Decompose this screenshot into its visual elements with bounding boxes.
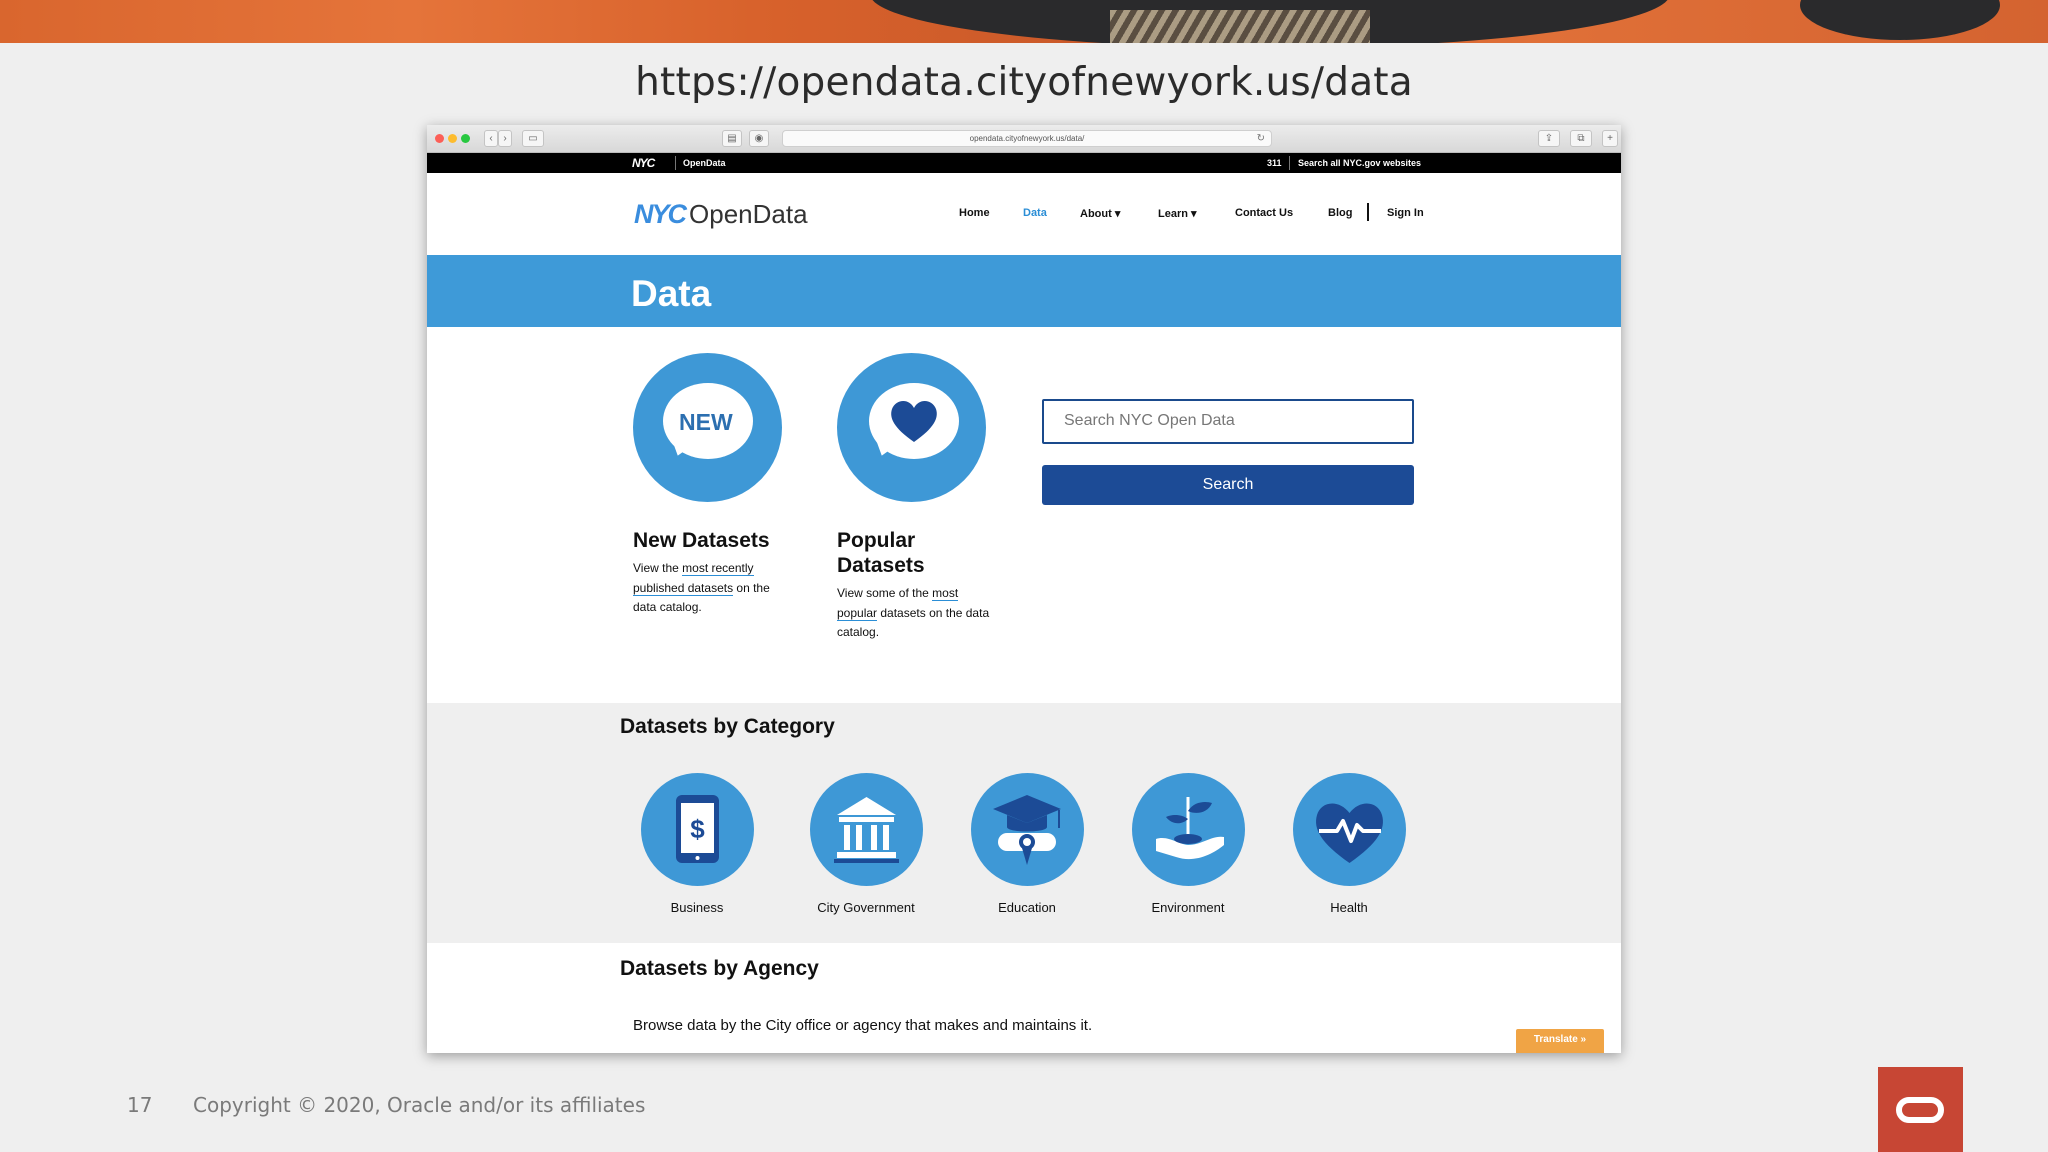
slide-banner-image bbox=[0, 0, 2048, 43]
city-hall-icon bbox=[834, 797, 899, 863]
agency-description: Browse data by the City office or agency… bbox=[633, 1017, 1093, 1034]
heart-pulse-icon bbox=[1316, 803, 1383, 863]
popular-datasets-title[interactable]: Popular Datasets bbox=[837, 528, 925, 578]
new-badge: NEW bbox=[679, 409, 733, 435]
back-icon[interactable]: ‹ bbox=[484, 130, 498, 147]
oracle-logo bbox=[1878, 1067, 1963, 1152]
search-input[interactable]: Search NYC Open Data bbox=[1042, 399, 1414, 444]
sprout-hand-icon bbox=[1156, 797, 1224, 860]
popular-title-line2: Datasets bbox=[837, 554, 925, 577]
tabs-icon[interactable]: ⧉ bbox=[1570, 130, 1592, 147]
new-datasets-icon[interactable]: NEW bbox=[633, 353, 782, 502]
topbar-search-all-link[interactable]: Search all NYC.gov websites bbox=[1298, 158, 1421, 168]
graduation-cap-icon bbox=[993, 795, 1061, 865]
slide-page-number: 17 bbox=[127, 1093, 153, 1117]
nav-sign-in[interactable]: Sign In bbox=[1387, 207, 1424, 219]
browser-toolbar: ‹ › ▭ ▤ ◉ opendata.cityofnewyork.us/data… bbox=[427, 125, 1621, 153]
nav-blog[interactable]: Blog bbox=[1328, 207, 1352, 219]
nav-home[interactable]: Home bbox=[959, 207, 990, 219]
page-title: Data bbox=[631, 273, 712, 314]
most-recently-link[interactable]: most recently bbox=[682, 561, 754, 576]
new-datasets-desc: View the most recently published dataset… bbox=[633, 559, 793, 618]
address-bar[interactable]: opendata.cityofnewyork.us/data/ ↻ bbox=[782, 130, 1272, 147]
nav-about[interactable]: About ▾ bbox=[1080, 207, 1120, 220]
education-category-icon[interactable] bbox=[971, 773, 1084, 886]
address-text: opendata.cityofnewyork.us/data/ bbox=[969, 134, 1085, 143]
popular-link[interactable]: popular bbox=[837, 605, 878, 621]
category-section-title: Datasets by Category bbox=[620, 715, 835, 738]
category-label-environment[interactable]: Environment bbox=[1108, 900, 1268, 915]
published-datasets-link[interactable]: published datasets bbox=[633, 580, 734, 596]
business-phone-dollar-icon: $ bbox=[676, 795, 719, 863]
reload-icon[interactable]: ↻ bbox=[1257, 131, 1265, 146]
minimize-window-button[interactable] bbox=[448, 134, 457, 143]
privacy-icon[interactable]: ◉ bbox=[749, 130, 769, 147]
logo-text: OpenData bbox=[689, 199, 808, 229]
city-government-category-icon[interactable] bbox=[810, 773, 923, 886]
nav-data[interactable]: Data bbox=[1023, 207, 1047, 219]
svg-text:$: $ bbox=[690, 814, 705, 844]
new-tab-icon[interactable]: + bbox=[1602, 130, 1618, 147]
popular-title-line1: Popular bbox=[837, 529, 916, 552]
business-category-icon[interactable]: $ bbox=[641, 773, 754, 886]
new-desc-post: on the bbox=[733, 580, 770, 595]
new-datasets-title[interactable]: New Datasets bbox=[633, 528, 770, 553]
site-header: NYC OpenData Home Data About ▾ Learn ▾ Co… bbox=[427, 173, 1621, 255]
close-window-button[interactable] bbox=[435, 134, 444, 143]
new-desc-tail: data catalog. bbox=[633, 600, 702, 614]
category-label-business[interactable]: Business bbox=[617, 900, 777, 915]
topbar-311-link[interactable]: 311 bbox=[1267, 158, 1282, 168]
health-category-icon[interactable] bbox=[1293, 773, 1406, 886]
category-label-city-government[interactable]: City Government bbox=[786, 900, 946, 915]
nav-learn[interactable]: Learn ▾ bbox=[1158, 207, 1197, 220]
sidebar-icon[interactable]: ▭ bbox=[522, 130, 544, 147]
zoom-window-button[interactable] bbox=[461, 134, 470, 143]
forward-icon[interactable]: › bbox=[498, 130, 512, 147]
category-label-education[interactable]: Education bbox=[947, 900, 1107, 915]
topbar-opendata-link[interactable]: OpenData bbox=[683, 158, 726, 168]
nyc-opendata-logo[interactable]: NYC OpenData bbox=[634, 199, 808, 230]
nyc-topbar: NYC OpenData 311 Search all NYC.gov webs… bbox=[427, 153, 1621, 173]
nyc-logo-mark: NYC bbox=[634, 199, 687, 229]
slide-copyright: Copyright © 2020, Oracle and/or its affi… bbox=[193, 1093, 646, 1117]
nav-contact-us[interactable]: Contact Us bbox=[1235, 207, 1293, 219]
category-label-health[interactable]: Health bbox=[1269, 900, 1429, 915]
agency-section-title: Datasets by Agency bbox=[620, 957, 819, 980]
popular-desc-tail: catalog. bbox=[837, 625, 880, 639]
translate-button[interactable]: Translate » bbox=[1516, 1029, 1604, 1053]
new-desc-pre: View the bbox=[633, 561, 683, 575]
popular-datasets-icon[interactable] bbox=[837, 353, 986, 502]
nyc-topbar-logo[interactable]: NYC bbox=[632, 156, 655, 170]
popular-desc-pre: View some of the bbox=[837, 586, 933, 600]
reader-icon[interactable]: ▤ bbox=[722, 130, 742, 147]
popular-datasets-desc: View some of the most popular datasets o… bbox=[837, 584, 1017, 643]
browser-window: ‹ › ▭ ▤ ◉ opendata.cityofnewyork.us/data… bbox=[427, 125, 1621, 1053]
share-icon[interactable]: ⇪ bbox=[1538, 130, 1560, 147]
heart-icon bbox=[891, 400, 937, 442]
popular-desc-post: datasets on the data bbox=[877, 605, 990, 620]
slide-url-title: https://opendata.cityofnewyork.us/data bbox=[635, 60, 1413, 105]
page-hero: Data bbox=[427, 255, 1621, 327]
search-button[interactable]: Search bbox=[1042, 465, 1414, 505]
environment-category-icon[interactable] bbox=[1132, 773, 1245, 886]
most-link[interactable]: most bbox=[932, 586, 959, 601]
